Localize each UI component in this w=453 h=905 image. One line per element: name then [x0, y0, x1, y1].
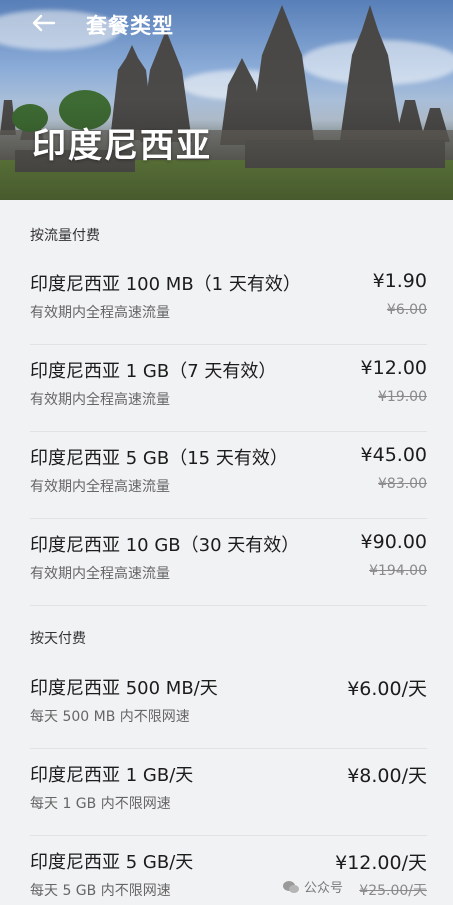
plan-name: 印度尼西亚 500 MB/天	[30, 678, 218, 699]
plan-original-price: ¥6.00	[386, 302, 427, 318]
plan-name: 印度尼西亚 1 GB（7 天有效）	[30, 361, 277, 382]
plan-original-price: ¥25.00/天	[359, 883, 427, 899]
plan-desc: 每天 500 MB 内不限网速	[30, 709, 190, 725]
plan-price: ¥12.00	[360, 357, 427, 379]
wechat-icon	[283, 880, 299, 893]
plan-name: 印度尼西亚 100 MB（1 天有效）	[30, 274, 301, 295]
plan-price: ¥1.90	[372, 270, 427, 292]
section-title-daily: 按天付费	[30, 631, 86, 647]
plan-price: ¥6.00/天	[347, 678, 427, 700]
plan-item[interactable]: 印度尼西亚 500 MB/天 每天 500 MB 内不限网速 ¥6.00/天	[30, 662, 427, 749]
page-title: 套餐类型	[86, 14, 174, 38]
plan-item[interactable]: 印度尼西亚 5 GB/天 每天 5 GB 内不限网速 ¥12.00/天 ¥25.…	[30, 836, 427, 905]
plan-price: ¥8.00/天	[347, 765, 427, 787]
section-title-traffic: 按流量付费	[30, 228, 100, 244]
plan-desc: 每天 1 GB 内不限网速	[30, 796, 171, 812]
country-title: 印度尼西亚	[32, 126, 212, 166]
plan-item[interactable]: 印度尼西亚 10 GB（30 天有效） 有效期内全程高速流量 ¥90.00 ¥1…	[30, 519, 427, 606]
plan-desc: 有效期内全程高速流量	[30, 305, 170, 321]
plan-item[interactable]: 印度尼西亚 1 GB/天 每天 1 GB 内不限网速 ¥8.00/天	[30, 749, 427, 836]
plan-item[interactable]: 印度尼西亚 5 GB（15 天有效） 有效期内全程高速流量 ¥45.00 ¥83…	[30, 432, 427, 519]
plan-desc: 有效期内全程高速流量	[30, 479, 170, 495]
plan-name: 印度尼西亚 5 GB（15 天有效）	[30, 448, 288, 469]
plan-desc: 有效期内全程高速流量	[30, 566, 170, 582]
plan-price: ¥45.00	[360, 444, 427, 466]
plan-desc: 每天 5 GB 内不限网速	[30, 883, 171, 899]
plan-name: 印度尼西亚 1 GB/天	[30, 765, 194, 786]
plan-price: ¥90.00	[360, 531, 427, 553]
watermark-text: 公众号	[304, 881, 344, 896]
back-arrow-icon[interactable]	[28, 8, 58, 38]
plan-desc: 有效期内全程高速流量	[30, 392, 170, 408]
top-bar: 套餐类型	[0, 0, 453, 50]
divider	[30, 605, 427, 606]
plan-name: 印度尼西亚 10 GB（30 天有效）	[30, 535, 300, 556]
plan-original-price: ¥194.00	[369, 563, 427, 579]
plan-item[interactable]: 印度尼西亚 100 MB（1 天有效） 有效期内全程高速流量 ¥1.90 ¥6.…	[30, 258, 427, 345]
plan-item[interactable]: 印度尼西亚 1 GB（7 天有效） 有效期内全程高速流量 ¥12.00 ¥19.…	[30, 345, 427, 432]
plan-name: 印度尼西亚 5 GB/天	[30, 852, 194, 873]
plan-original-price: ¥83.00	[378, 476, 427, 492]
plan-price: ¥12.00/天	[335, 852, 427, 874]
plan-original-price: ¥19.00	[378, 389, 427, 405]
watermark: 公众号	[282, 877, 343, 896]
